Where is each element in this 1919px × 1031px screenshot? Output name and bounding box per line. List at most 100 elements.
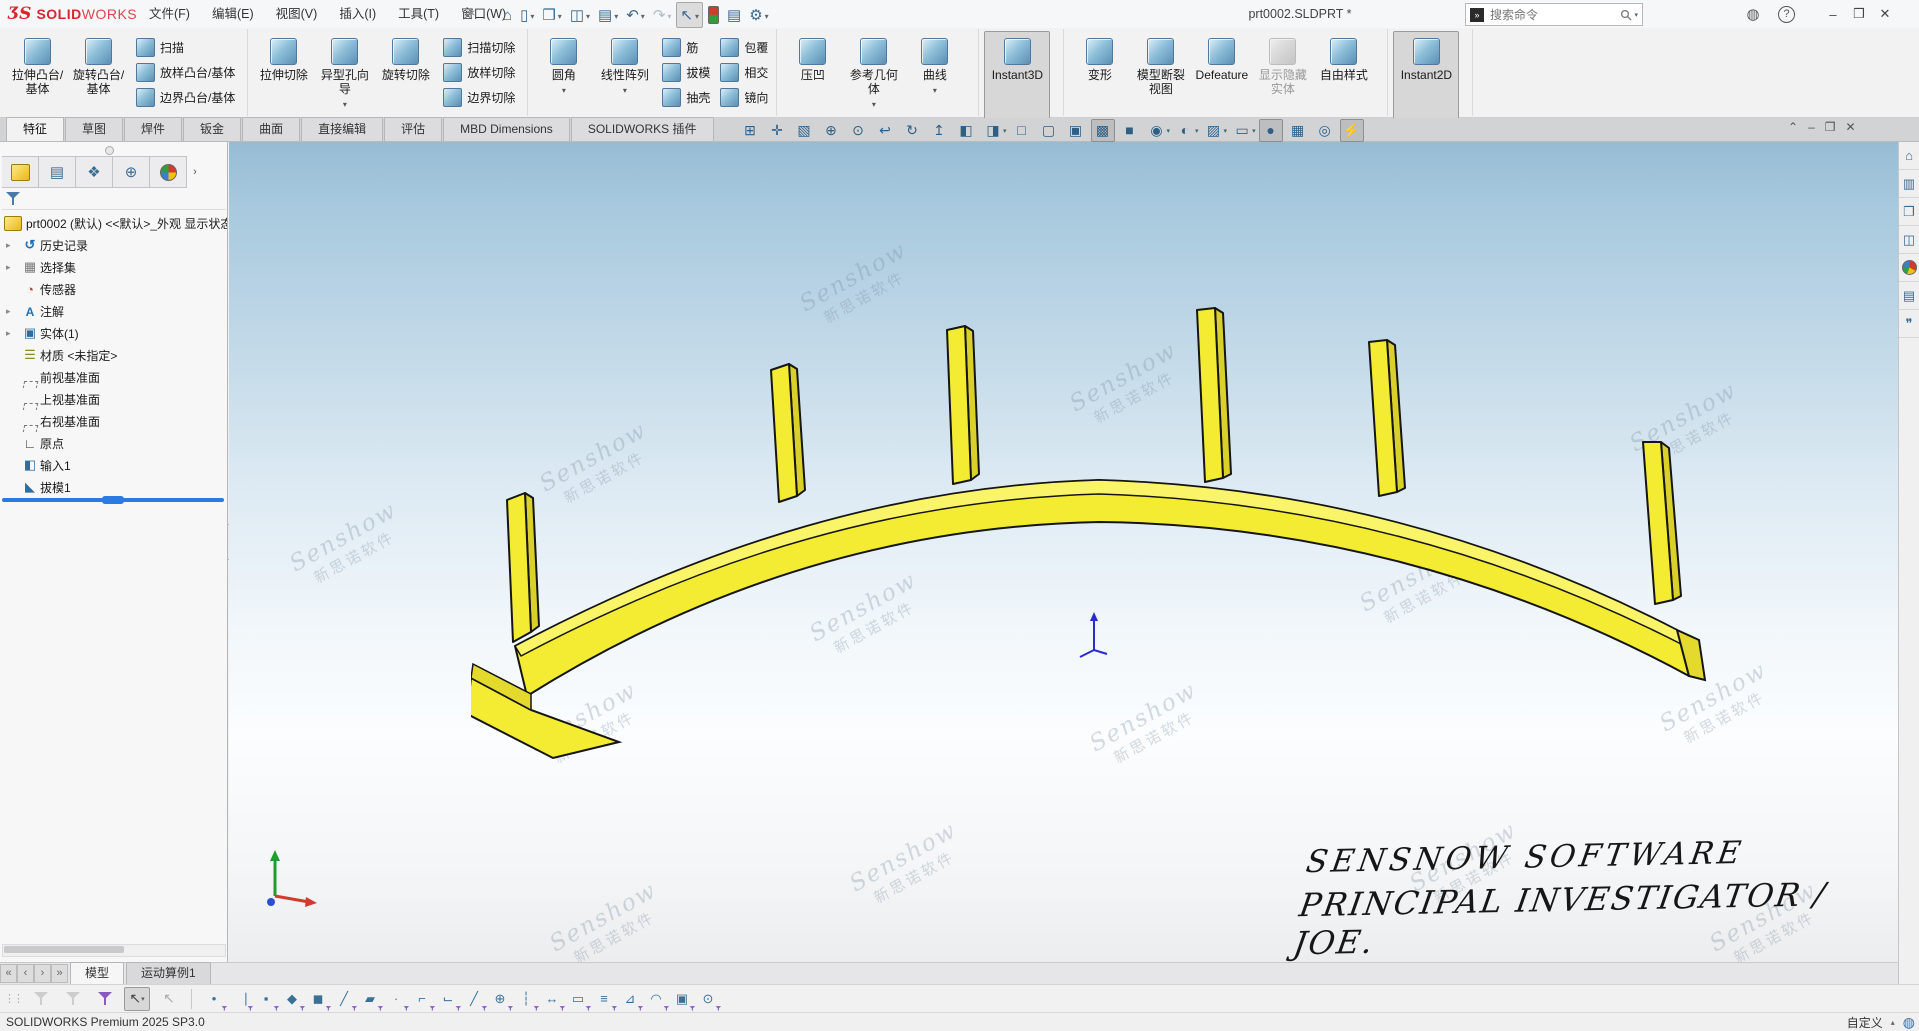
view-toolbar-icon[interactable]: ⊕ <box>819 119 843 142</box>
panel-horizontal-scrollbar[interactable] <box>2 944 226 957</box>
tree-item[interactable]: ▸ 拔模1 <box>0 476 227 498</box>
view-toolbar-icon[interactable]: ▩ <box>1091 119 1115 142</box>
task-pane-icon[interactable]: ❒ <box>1899 198 1919 226</box>
model-tab[interactable]: 运动算例1 <box>126 962 211 984</box>
menu-item[interactable]: 编辑(E) <box>201 0 265 28</box>
tree-item[interactable]: ▸ 传感器 <box>0 278 227 300</box>
dropdown-caret-icon[interactable]: ▾ <box>562 84 566 98</box>
task-pane-icon[interactable]: ❞ <box>1899 310 1919 338</box>
dropdown-caret-icon[interactable]: ▾ <box>614 12 618 21</box>
dropdown-caret-icon[interactable]: ▾ <box>641 12 645 21</box>
view-toolbar-icon[interactable]: ⊙ <box>846 119 870 142</box>
command-tab[interactable]: 直接编辑 <box>301 117 383 141</box>
ribbon-button[interactable]: 拉伸凸台/基体 ▾ <box>7 31 68 121</box>
selection-filter-icon[interactable]: ▰ <box>357 988 383 1010</box>
dropdown-caret-icon[interactable]: ▾ <box>1252 127 1256 135</box>
selection-filter-icon[interactable]: ↔ <box>539 988 565 1010</box>
quick-access-button[interactable]: ▾ <box>705 3 722 27</box>
select-cursor-button[interactable]: ↖ ▾ <box>124 987 150 1011</box>
view-toolbar-icon[interactable]: ◉ <box>1145 119 1169 142</box>
quick-access-button[interactable]: ⌂ ▾ <box>500 3 515 27</box>
command-tab[interactable]: MBD Dimensions <box>443 117 570 141</box>
graphics-viewport[interactable]: Senshow 新思诺软件 Senshow 新思诺软件 Senshow 新思诺软… <box>229 142 1898 962</box>
tree-item[interactable]: ▸ 原点 <box>0 432 227 454</box>
view-toolbar-icon[interactable]: ▦ <box>1286 119 1310 142</box>
ribbon-button[interactable]: 曲线 ▾ <box>904 31 965 121</box>
search-icon[interactable] <box>1620 9 1632 21</box>
dropdown-caret-icon[interactable]: ▾ <box>141 995 145 1003</box>
search-input[interactable] <box>1488 7 1616 23</box>
selection-filter-icon[interactable]: ▣ <box>669 988 695 1010</box>
rollback-bar[interactable] <box>2 498 224 502</box>
ribbon-button[interactable]: 相交 <box>717 60 771 85</box>
selection-filter-icon[interactable]: ⊕ <box>487 988 513 1010</box>
tree-item[interactable]: ▸ 历史记录 <box>0 234 227 256</box>
scrollbar-thumb[interactable] <box>4 946 124 953</box>
selection-filter-icon[interactable]: ⊙ <box>695 988 721 1010</box>
tab-nav-button[interactable]: « <box>0 964 17 983</box>
tab-nav-button[interactable]: ‹ <box>17 964 34 983</box>
ribbon-button[interactable]: 线性阵列 ▾ <box>594 31 655 121</box>
ribbon-button[interactable]: 放样凸台/基体 <box>133 60 238 85</box>
tree-item[interactable]: ▸ 注解 <box>0 300 227 322</box>
toggle-filters-button[interactable] <box>92 987 118 1011</box>
lasso-cursor-button[interactable]: ↖ <box>156 987 182 1011</box>
menu-item[interactable]: 插入(I) <box>328 0 387 28</box>
panel-collapse-dot[interactable] <box>105 146 114 155</box>
selection-filter-icon[interactable]: ⎹ <box>227 988 253 1010</box>
quick-access-button[interactable]: ◫ ▾ <box>567 3 593 27</box>
panel-tab[interactable] <box>2 156 39 188</box>
view-toolbar-icon[interactable]: ▨ <box>1202 119 1226 142</box>
view-toolbar-icon[interactable]: ↥ <box>927 119 951 142</box>
quick-access-button[interactable]: ❒ ▾ <box>539 3 564 27</box>
ribbon-button[interactable]: 旋转切除 ▾ <box>375 31 436 121</box>
document-window-control[interactable]: ⌃ <box>1788 120 1798 134</box>
ribbon-button[interactable]: 包覆 <box>717 35 771 60</box>
ribbon-button[interactable]: 放样切除 <box>440 60 518 85</box>
selection-filter-icon[interactable]: ⌐ <box>409 988 435 1010</box>
menu-item[interactable]: 工具(T) <box>387 0 450 28</box>
view-toolbar-icon[interactable]: ↩ <box>873 119 897 142</box>
view-toolbar-icon[interactable]: ▧ <box>792 119 816 142</box>
tree-item[interactable]: ▸ 输入1 <box>0 454 227 476</box>
expander-icon[interactable]: ▸ <box>6 328 20 339</box>
ribbon-button[interactable]: 镜向 <box>717 85 771 110</box>
command-search[interactable]: » ▾ <box>1465 3 1643 26</box>
search-caret-icon[interactable]: ▾ <box>1634 11 1638 19</box>
expander-icon[interactable]: ▸ <box>6 262 20 273</box>
command-tab[interactable]: 草图 <box>65 117 123 141</box>
ribbon-button[interactable]: 边界凸台/基体 <box>133 85 238 110</box>
view-toolbar-icon[interactable]: □ <box>1010 119 1034 142</box>
task-pane-icon[interactable] <box>1899 254 1919 282</box>
view-toolbar-icon[interactable]: ✛ <box>765 119 789 142</box>
clear-filters-button[interactable] <box>60 987 86 1011</box>
dropdown-caret-icon[interactable]: ▾ <box>1167 127 1171 135</box>
quick-access-button[interactable]: ▯ ▾ <box>517 3 537 27</box>
ribbon-button[interactable]: 圆角 ▾ <box>533 31 594 121</box>
menu-pin-icon[interactable]: ✶ <box>465 5 477 22</box>
tree-item[interactable]: ▸ 右视基准面 <box>0 410 227 432</box>
menu-item[interactable]: 文件(F) <box>138 0 201 28</box>
command-tab[interactable]: 曲面 <box>242 117 300 141</box>
command-tab[interactable]: 钣金 <box>183 117 241 141</box>
selection-filter-icon[interactable]: ⌙ <box>435 988 461 1010</box>
panel-tab[interactable]: ❖ <box>76 156 113 188</box>
ribbon-button[interactable]: 变形 ▾ <box>1069 31 1130 121</box>
view-toolbar-icon[interactable]: ⊞ <box>738 119 762 142</box>
dropdown-caret-icon[interactable]: ▾ <box>872 98 876 112</box>
selection-filter-icon[interactable]: ∙ <box>383 988 409 1010</box>
expander-icon[interactable]: ▸ <box>6 240 20 251</box>
window-control-button[interactable]: – <box>1820 7 1846 22</box>
task-pane-icon[interactable]: ◫ <box>1899 226 1919 254</box>
command-tab[interactable]: 焊件 <box>124 117 182 141</box>
quick-access-button[interactable]: ↶ ▾ <box>623 3 648 27</box>
ribbon-button[interactable]: 自由样式 ▾ <box>1313 31 1374 121</box>
selection-filter-icon[interactable]: ≡ <box>591 988 617 1010</box>
ribbon-button[interactable]: 边界切除 <box>440 85 518 110</box>
selection-filter-icon[interactable]: ◆ <box>279 988 305 1010</box>
menu-item[interactable]: 视图(V) <box>265 0 329 28</box>
view-toolbar-icon[interactable]: ▣ <box>1064 119 1088 142</box>
dropdown-caret-icon[interactable]: ▾ <box>933 84 937 98</box>
ribbon-button[interactable]: 扫描 <box>133 35 238 60</box>
user-account-icon[interactable]: ◍ <box>1742 5 1764 23</box>
